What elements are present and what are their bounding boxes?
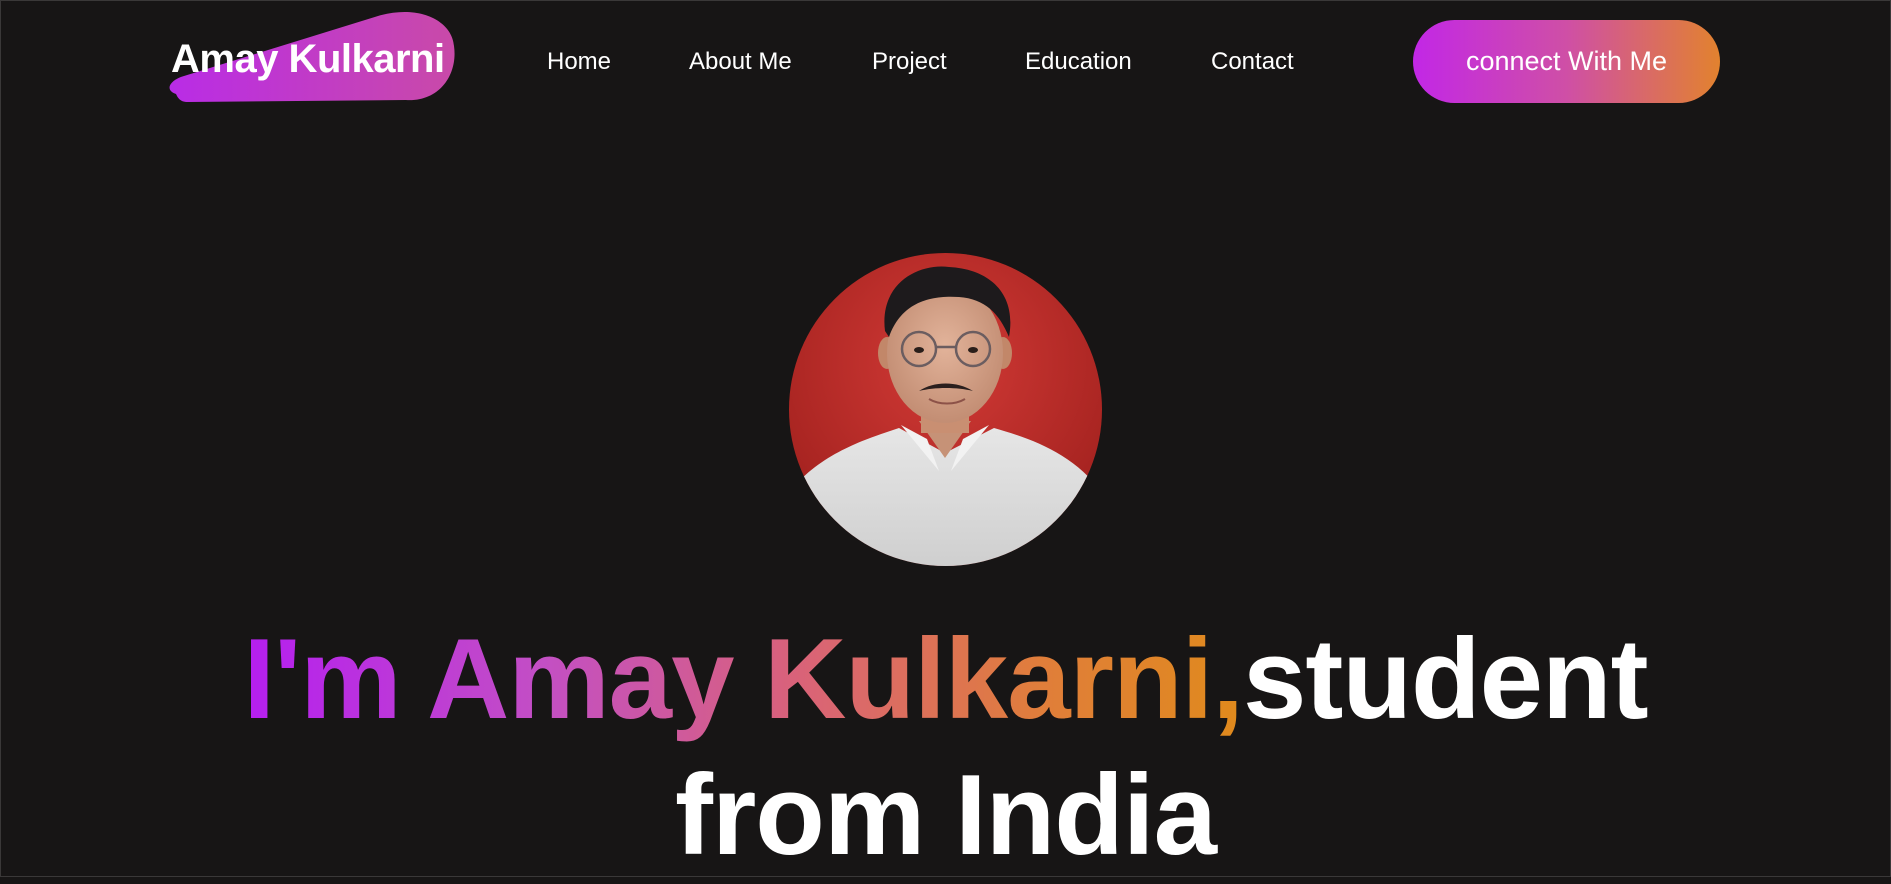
nav-link-about-me[interactable]: About Me [689,48,792,76]
nav-link-education[interactable]: Education [1025,48,1132,76]
profile-photo-icon [789,253,1102,566]
nav-link-contact[interactable]: Contact [1211,48,1294,76]
logo-text: Amay Kulkarni [171,37,445,81]
headline-line1-rest: student [1242,616,1649,743]
hero-headline: I'm Amay Kulkarni,student from India [0,612,1891,884]
headline-name: I'm Amay Kulkarni, [243,616,1244,743]
nav-link-project[interactable]: Project [872,48,947,76]
profile-avatar [789,253,1102,566]
headline-line2: from India [674,752,1217,879]
connect-with-me-button[interactable]: connect With Me [1413,20,1720,103]
nav-link-home[interactable]: Home [547,48,611,76]
logo-link[interactable]: Amay Kulkarni [168,10,458,106]
navbar: Amay Kulkarni Home About Me Project Educ… [0,0,1891,125]
